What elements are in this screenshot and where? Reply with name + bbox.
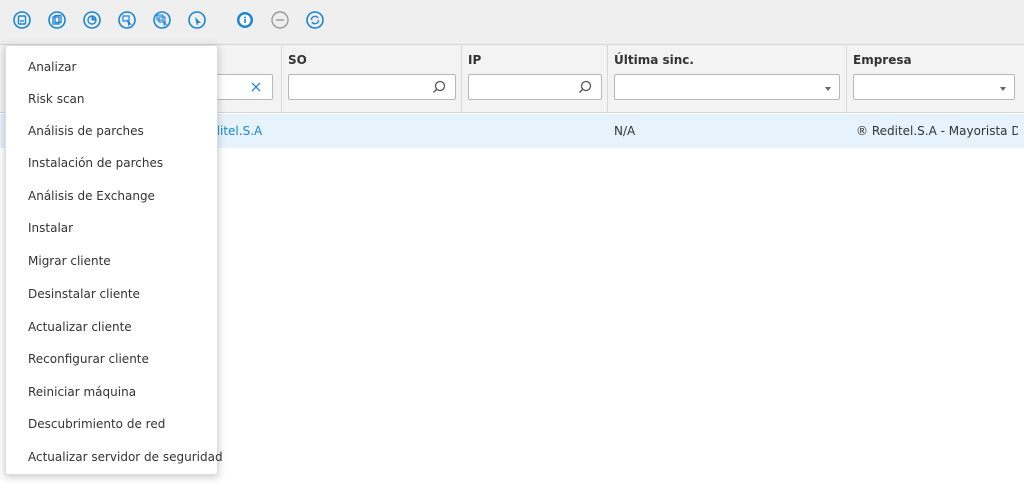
last-sync-filter[interactable]: [614, 74, 840, 100]
search-icon: [433, 80, 446, 93]
company-filter[interactable]: [853, 74, 1015, 100]
search-icon: [579, 80, 592, 93]
pointer-icon[interactable]: [187, 10, 207, 30]
copy-icon[interactable]: [47, 10, 67, 30]
menu-item-instalacion-parches[interactable]: Instalación de parches: [6, 147, 217, 179]
menu-item-instalar[interactable]: Instalar: [6, 212, 217, 244]
remove-icon[interactable]: [270, 10, 290, 30]
column-title-ip: IP: [468, 53, 482, 67]
so-filter[interactable]: [288, 74, 456, 100]
menu-item-actualizar-servidor[interactable]: Actualizar servidor de seguridad: [6, 441, 223, 473]
column-title-so: SO: [288, 53, 307, 67]
column-last-sync: Última sinc.: [607, 45, 846, 112]
menu-item-migrar-cliente[interactable]: Migrar cliente: [6, 245, 217, 277]
refresh-icon[interactable]: [305, 10, 325, 30]
clear-icon[interactable]: [248, 79, 264, 95]
select-device-icon[interactable]: [117, 10, 137, 30]
menu-item-reconfigurar-cliente[interactable]: Reconfigurar cliente: [6, 343, 217, 375]
report-icon[interactable]: [82, 10, 102, 30]
menu-item-analisis-exchange[interactable]: Análisis de Exchange: [6, 180, 217, 212]
column-so: SO: [281, 45, 461, 112]
save-icon[interactable]: [12, 10, 32, 30]
column-title-last-sync: Última sinc.: [614, 53, 694, 67]
column-ip: IP: [461, 45, 607, 112]
menu-item-reiniciar-maquina[interactable]: Reiniciar máquina: [6, 376, 217, 408]
row-last-sync-cell: N/A: [614, 124, 636, 138]
select-all-icon[interactable]: [152, 10, 172, 30]
ip-filter[interactable]: [468, 74, 602, 100]
menu-item-actualizar-cliente[interactable]: Actualizar cliente: [6, 311, 217, 343]
menu-item-analizar[interactable]: Analizar: [6, 51, 217, 83]
action-menu: Analizar Risk scan Análisis de parches I…: [5, 45, 223, 475]
menu-item-desinstalar-cliente[interactable]: Desinstalar cliente: [6, 278, 217, 310]
menu-item-analisis-parches[interactable]: Análisis de parches: [6, 115, 217, 147]
menu-item-descubrimiento-red[interactable]: Descubrimiento de red: [6, 408, 217, 440]
info-icon[interactable]: [235, 10, 255, 30]
chevron-down-icon: [825, 87, 831, 91]
menu-item-risk-scan[interactable]: Risk scan: [6, 83, 217, 115]
chevron-down-icon: [1000, 87, 1006, 91]
column-company: Empresa: [846, 45, 1024, 112]
toolbar: [0, 0, 1024, 45]
row-company-cell: ® Reditel.S.A - Mayorista De...: [856, 124, 1018, 138]
column-title-company: Empresa: [853, 53, 912, 67]
